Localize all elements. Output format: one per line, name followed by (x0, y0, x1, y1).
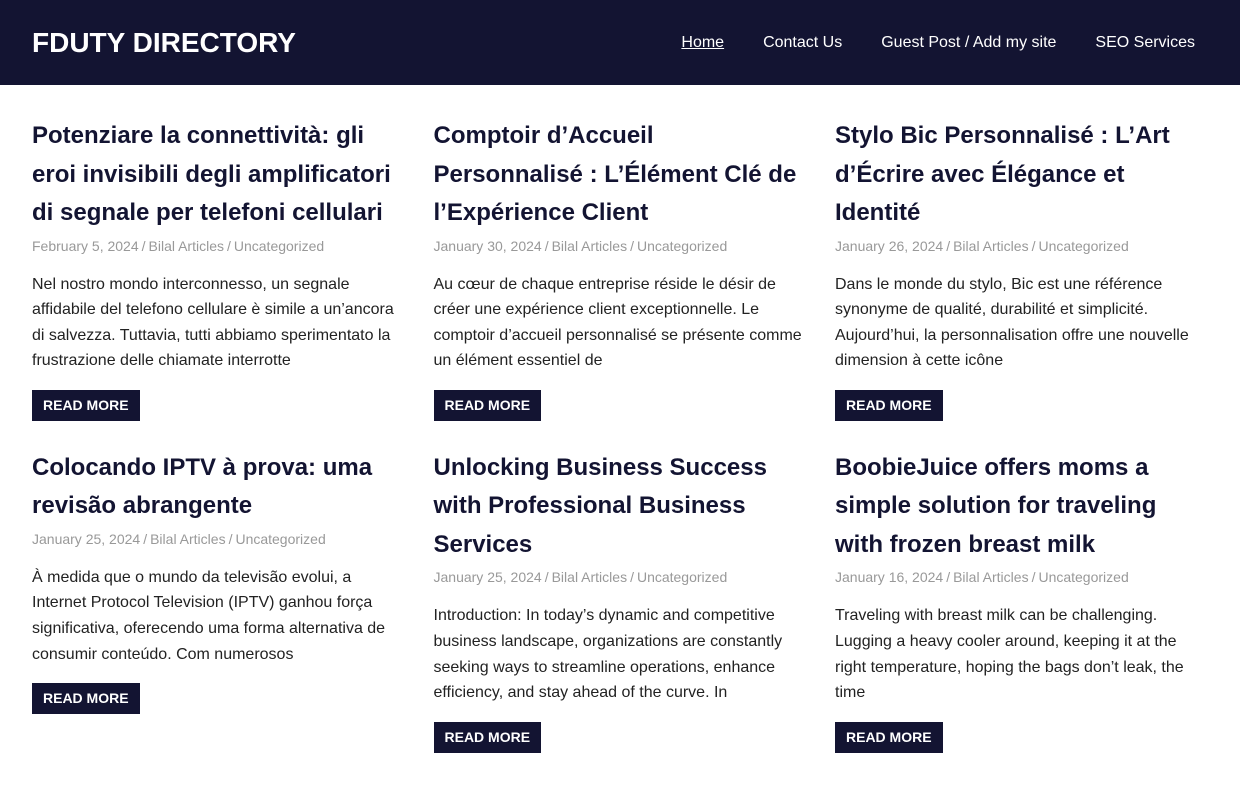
post-category-link[interactable]: Uncategorized (1038, 238, 1128, 254)
read-more-button[interactable]: READ MORE (835, 721, 943, 753)
post-meta: January 26, 2024/Bilal Articles / Uncatego… (835, 236, 1129, 256)
post-date-link[interactable]: February 5, 2024 (32, 238, 139, 254)
post-date-link[interactable]: January 30, 2024 (434, 238, 542, 254)
meta-separator: / (143, 530, 148, 547)
meta-separator: / (946, 569, 951, 586)
post-category-link[interactable]: Uncategorized (234, 238, 324, 254)
nav-item-seo-services[interactable]: SEO Services (1095, 34, 1195, 52)
post-title-link[interactable]: Unlocking Business Success with Professi… (434, 449, 804, 565)
post-date-link[interactable]: January 25, 2024 (434, 569, 542, 585)
post-author-link[interactable]: Bilal Articles (150, 531, 225, 547)
post-meta: January 25, 2024/Bilal Articles / Uncatego… (434, 567, 728, 587)
meta-separator: / (544, 237, 549, 254)
post-excerpt: Introduction: In today’s dynamic and com… (433, 607, 783, 702)
post-excerpt: Traveling with breast milk can be challe… (835, 607, 1184, 702)
post-title-link[interactable]: Potenziare la connettività: gli eroi inv… (32, 117, 402, 233)
post-grid: Potenziare la connettività: gli eroi inv… (0, 117, 1240, 753)
post-author-link[interactable]: Bilal Articles (552, 569, 627, 585)
post-date-link[interactable]: January 26, 2024 (835, 238, 943, 254)
post-title-link[interactable]: BoobieJuice offers moms a simple solutio… (835, 449, 1205, 565)
post-meta: February 5, 2024/Bilal Articles / Uncatego… (32, 236, 324, 256)
meta-separator: / (630, 237, 634, 254)
post-card: Potenziare la connettività: gli eroi inv… (32, 117, 402, 421)
main-navigation: Home Contact Us Guest Post / Add my site… (642, 34, 1195, 52)
read-more-button[interactable]: READ MORE (32, 683, 140, 715)
post-card: Unlocking Business Success with Professi… (433, 449, 804, 753)
post-card: Stylo Bic Personnalisé : L’Art d’Écrire … (835, 117, 1205, 421)
post-meta: January 25, 2024/Bilal Articles / Uncatego… (32, 529, 326, 549)
post-date-link[interactable]: January 16, 2024 (835, 569, 943, 585)
read-more-button[interactable]: READ MORE (433, 721, 542, 753)
post-meta: January 16, 2024/Bilal Articles / Uncatego… (835, 567, 1129, 587)
post-title-link[interactable]: Colocando IPTV à prova: uma revisão abra… (32, 449, 402, 526)
post-card: BoobieJuice offers moms a simple solutio… (835, 449, 1205, 753)
post-excerpt: À medida que o mundo da televisão evolui… (32, 568, 386, 663)
nav-item-guest-post[interactable]: Guest Post / Add my site (881, 34, 1056, 52)
meta-separator: / (141, 237, 146, 254)
post-title-link[interactable]: Comptoir d’Accueil Personnalisé : L’Élém… (434, 117, 804, 233)
nav-item-contact-us[interactable]: Contact Us (763, 34, 842, 52)
meta-separator: / (1031, 569, 1036, 586)
post-author-link[interactable]: Bilal Articles (552, 238, 627, 254)
post-excerpt: Dans le monde du stylo, Bic est une réfé… (835, 275, 1189, 370)
post-card: Colocando IPTV à prova: uma revisão abra… (32, 449, 402, 753)
post-category-link[interactable]: Uncategorized (1038, 569, 1128, 585)
post-meta: January 30, 2024/Bilal Articles / Uncatego… (434, 236, 728, 256)
nav-item-home[interactable]: Home (681, 34, 724, 52)
meta-separator: / (630, 569, 634, 586)
meta-separator: / (1031, 237, 1036, 254)
post-card: Comptoir d’Accueil Personnalisé : L’Élém… (433, 117, 804, 421)
meta-separator: / (544, 569, 549, 586)
post-author-link[interactable]: Bilal Articles (953, 569, 1028, 585)
post-category-link[interactable]: Uncategorized (235, 531, 325, 547)
read-more-button[interactable]: READ MORE (835, 389, 943, 421)
meta-separator: / (228, 530, 233, 547)
meta-separator: / (226, 237, 231, 254)
post-author-link[interactable]: Bilal Articles (953, 238, 1028, 254)
read-more-button[interactable]: READ MORE (433, 389, 542, 421)
post-category-link[interactable]: Uncategorized (637, 238, 727, 254)
read-more-button[interactable]: READ MORE (32, 389, 140, 421)
post-excerpt: Au cœur de chaque entreprise réside le d… (433, 275, 802, 370)
post-category-link[interactable]: Uncategorized (637, 569, 727, 585)
site-header: FDUTY DIRECTORY Home Contact Us Guest Po… (0, 0, 1240, 85)
post-title-link[interactable]: Stylo Bic Personnalisé : L’Art d’Écrire … (835, 117, 1205, 233)
post-author-link[interactable]: Bilal Articles (149, 238, 224, 254)
meta-separator: / (946, 237, 951, 254)
post-excerpt: Nel nostro mondo interconnesso, un segna… (32, 275, 394, 370)
site-title-link[interactable]: FDUTY DIRECTORY (32, 27, 296, 59)
post-date-link[interactable]: January 25, 2024 (32, 531, 140, 547)
